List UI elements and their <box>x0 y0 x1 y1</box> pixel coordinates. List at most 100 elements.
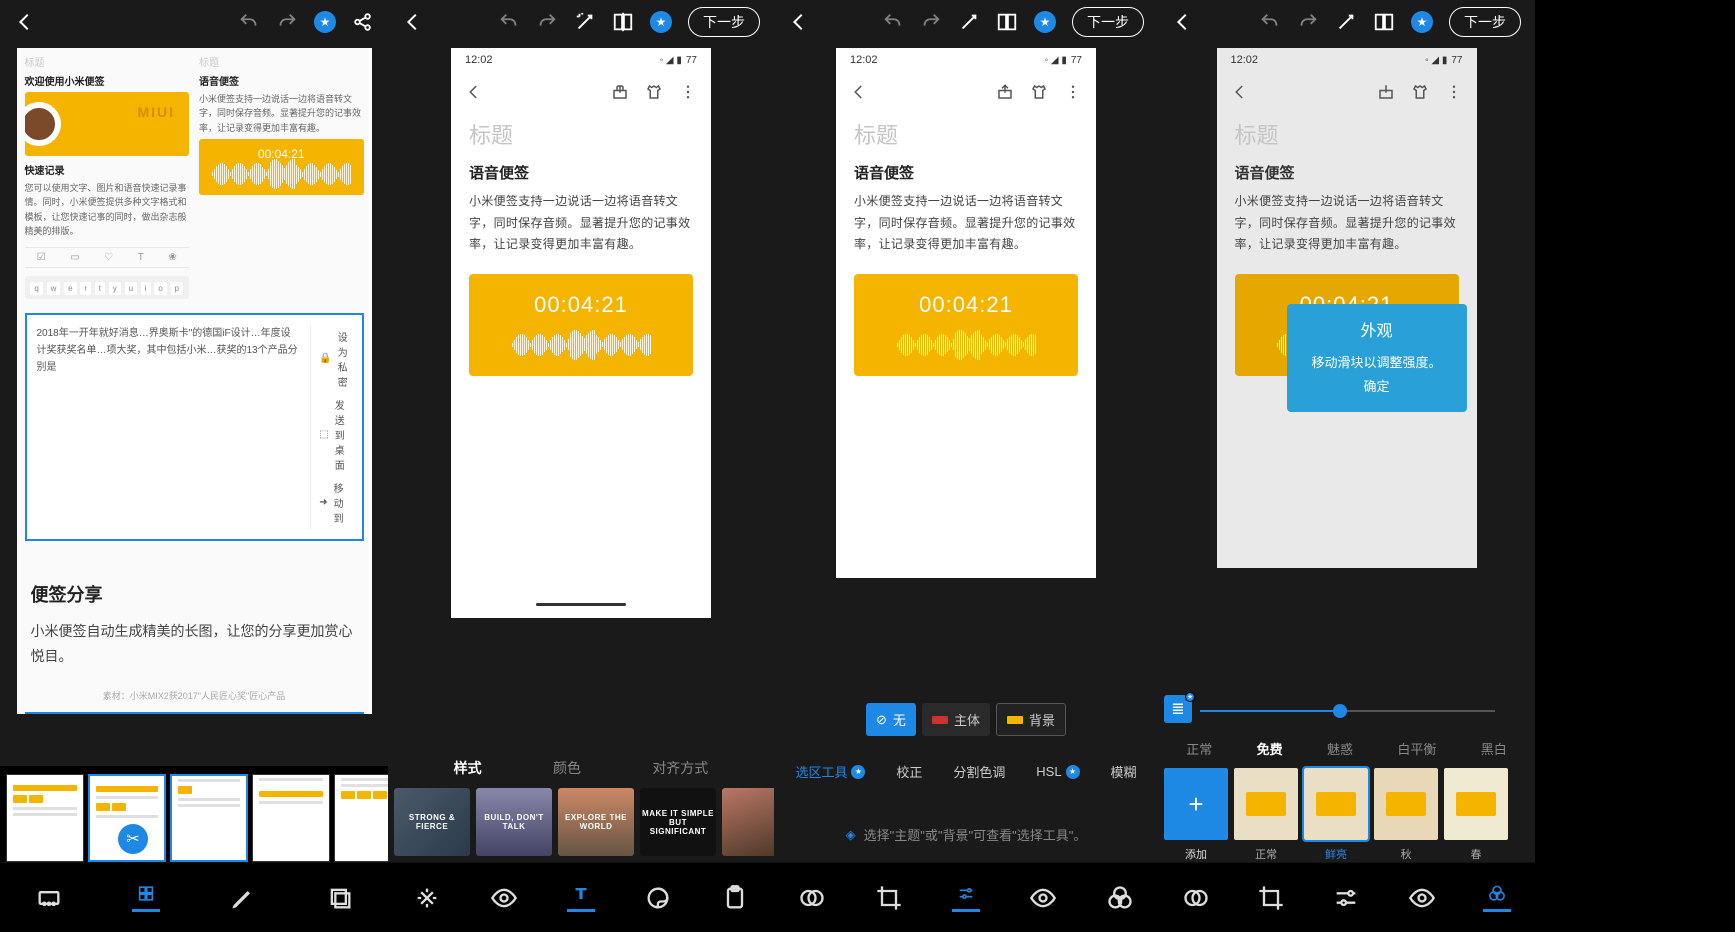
back-icon[interactable] <box>788 11 810 33</box>
undo-icon[interactable] <box>882 11 904 33</box>
intensity-slider[interactable]: ≣★ <box>1158 693 1535 729</box>
menu-item[interactable]: 🔒设为私密 <box>319 325 351 393</box>
appearance-tooltip[interactable]: 外观 移动滑块以调整强度。 确定 <box>1287 304 1467 412</box>
redo-icon[interactable] <box>536 11 558 33</box>
style-card[interactable]: EXPLORE THE WORLD <box>558 788 634 856</box>
eye-icon[interactable] <box>1408 884 1436 912</box>
menu-item[interactable]: ⬚发送到桌面 <box>319 393 351 476</box>
wand-icon[interactable] <box>574 11 596 33</box>
eye-icon[interactable] <box>1029 884 1057 912</box>
heading: 快速记录 <box>25 162 190 177</box>
overlap-icon[interactable] <box>798 884 826 912</box>
region-none-button[interactable]: ⊘无 <box>866 703 916 736</box>
wand-icon[interactable] <box>1335 11 1357 33</box>
tab-style[interactable]: 样式 <box>454 758 482 778</box>
grid-icon[interactable] <box>132 884 160 912</box>
preset-strip[interactable]: +添加 正常 鲜亮 秋 春 <box>1158 762 1535 862</box>
thumb[interactable] <box>252 774 330 862</box>
menu-item[interactable]: ➜移动到 <box>319 476 351 529</box>
crop-icon[interactable] <box>875 884 903 912</box>
scissors-icon[interactable]: ✂ <box>118 824 148 854</box>
clipboard-icon[interactable] <box>721 884 749 912</box>
mix-icon[interactable] <box>1106 884 1134 912</box>
heal-icon[interactable] <box>413 884 441 912</box>
overlap-icon[interactable] <box>1182 884 1210 912</box>
slider-handle[interactable] <box>1333 704 1347 718</box>
tab-color[interactable]: 颜色 <box>553 758 581 778</box>
style-card[interactable]: BUILD, DON'T TALK <box>476 788 552 856</box>
cat-bw[interactable]: 黑白 <box>1481 739 1507 758</box>
next-button[interactable]: 下一步 <box>1449 7 1521 37</box>
layers-icon[interactable] <box>326 884 354 912</box>
tab-selection[interactable]: 选区工具 ★ <box>795 762 865 781</box>
thumb[interactable] <box>334 774 388 862</box>
style-card[interactable]: STRONG & FIERCE <box>394 788 470 856</box>
style-card[interactable]: ★ <box>722 788 774 856</box>
mix-icon[interactable] <box>1483 884 1511 912</box>
back-icon[interactable] <box>1172 11 1194 33</box>
aspect-icon[interactable] <box>35 884 63 912</box>
share-icon[interactable] <box>352 11 374 33</box>
compare-icon[interactable] <box>612 11 634 33</box>
redo-icon[interactable] <box>1297 11 1319 33</box>
cat-free[interactable]: 免费 <box>1257 739 1283 758</box>
crop-selection[interactable]: 2018年一开年就好消息…界奥斯卡"的德国iF设计…年度设计奖获奖名单…项大奖，… <box>25 313 364 541</box>
cat-charm[interactable]: 魅惑 <box>1327 739 1353 758</box>
sliders-icon[interactable] <box>952 884 980 912</box>
thumb[interactable] <box>6 774 84 862</box>
long-screenshot-preview: 标题 欢迎使用小米便签 MIUI 快速记录 您可以使用文字、图片和语音快速记录事… <box>17 48 372 714</box>
title-placeholder: 标题 <box>469 118 693 150</box>
redo-icon[interactable] <box>276 11 298 33</box>
sliders-icon[interactable] <box>1332 884 1360 912</box>
preset-item[interactable]: 秋 <box>1374 768 1438 862</box>
canvas-preview[interactable]: 12:02◦ ◢ ▮ 77 标题 语音便签 小米便签支持一边说话一边将语音转文字… <box>451 48 711 618</box>
tab-hsl[interactable]: HSL ★ <box>1036 764 1079 779</box>
undo-icon[interactable] <box>238 11 260 33</box>
compare-icon[interactable] <box>996 11 1018 33</box>
region-background-button[interactable]: 背景 <box>996 703 1066 736</box>
back-icon[interactable] <box>14 11 36 33</box>
layers-icon[interactable]: ≣★ <box>1164 695 1192 723</box>
miui-illustration: MIUI <box>25 92 190 156</box>
text-icon[interactable] <box>567 884 595 912</box>
style-presets[interactable]: STRONG & FIERCE BUILD, DON'T TALK EXPLOR… <box>388 784 774 862</box>
next-button[interactable]: 下一步 <box>688 7 760 37</box>
tab-split-tone[interactable]: 分割色调 <box>953 762 1005 781</box>
bottom-toolbar <box>774 862 1158 932</box>
paint-icon[interactable] <box>644 884 672 912</box>
tooltip-confirm[interactable]: 确定 <box>1295 375 1459 398</box>
star-badge-icon[interactable]: ★ <box>1411 11 1433 33</box>
thumb[interactable] <box>170 774 248 862</box>
back-icon[interactable] <box>402 11 424 33</box>
cat-normal[interactable]: 正常 <box>1186 739 1212 758</box>
heading: 语音便签 <box>199 73 364 88</box>
wand-icon[interactable] <box>958 11 980 33</box>
audio-card: 00:04:21 <box>199 139 364 195</box>
crop-icon[interactable] <box>1257 884 1285 912</box>
audio-time: 00:04:21 <box>477 292 685 318</box>
preset-item[interactable]: 春 <box>1444 768 1508 862</box>
style-card[interactable]: MAKE IT SIMPLE BUT SIGNIFICANT <box>640 788 716 856</box>
star-badge-icon[interactable]: ★ <box>1034 11 1056 33</box>
cat-wb[interactable]: 白平衡 <box>1397 739 1436 758</box>
eye-icon[interactable] <box>490 884 518 912</box>
pencil-icon[interactable] <box>229 884 257 912</box>
canvas-preview[interactable]: 12:02◦ ◢ ▮ 77 标题 语音便签 小米便签支持一边说话一边将语音转文字… <box>836 48 1096 578</box>
next-button[interactable]: 下一步 <box>1072 7 1144 37</box>
note-heading: 语音便签 <box>469 162 693 183</box>
preset-item[interactable]: 正常 <box>1234 768 1298 862</box>
region-subject-button[interactable]: 主体 <box>922 703 990 736</box>
tab-align[interactable]: 对齐方式 <box>652 758 708 778</box>
tab-correct[interactable]: 校正 <box>896 762 922 781</box>
undo-icon[interactable] <box>498 11 520 33</box>
canvas-preview[interactable]: 12:02◦ ◢ ▮ 77 标题 语音便签 小米便签支持一边说话一边将语音转文字… <box>1217 48 1477 568</box>
star-badge-icon[interactable]: ★ <box>650 11 672 33</box>
redo-icon[interactable] <box>920 11 942 33</box>
preset-add[interactable]: +添加 <box>1164 768 1228 862</box>
compare-icon[interactable] <box>1373 11 1395 33</box>
page-filmstrip[interactable]: ✂ <box>0 766 388 862</box>
preset-item[interactable]: 鲜亮 <box>1304 768 1368 862</box>
tab-blur[interactable]: 模糊 <box>1110 762 1136 781</box>
star-badge-icon[interactable]: ★ <box>314 11 336 33</box>
undo-icon[interactable] <box>1259 11 1281 33</box>
